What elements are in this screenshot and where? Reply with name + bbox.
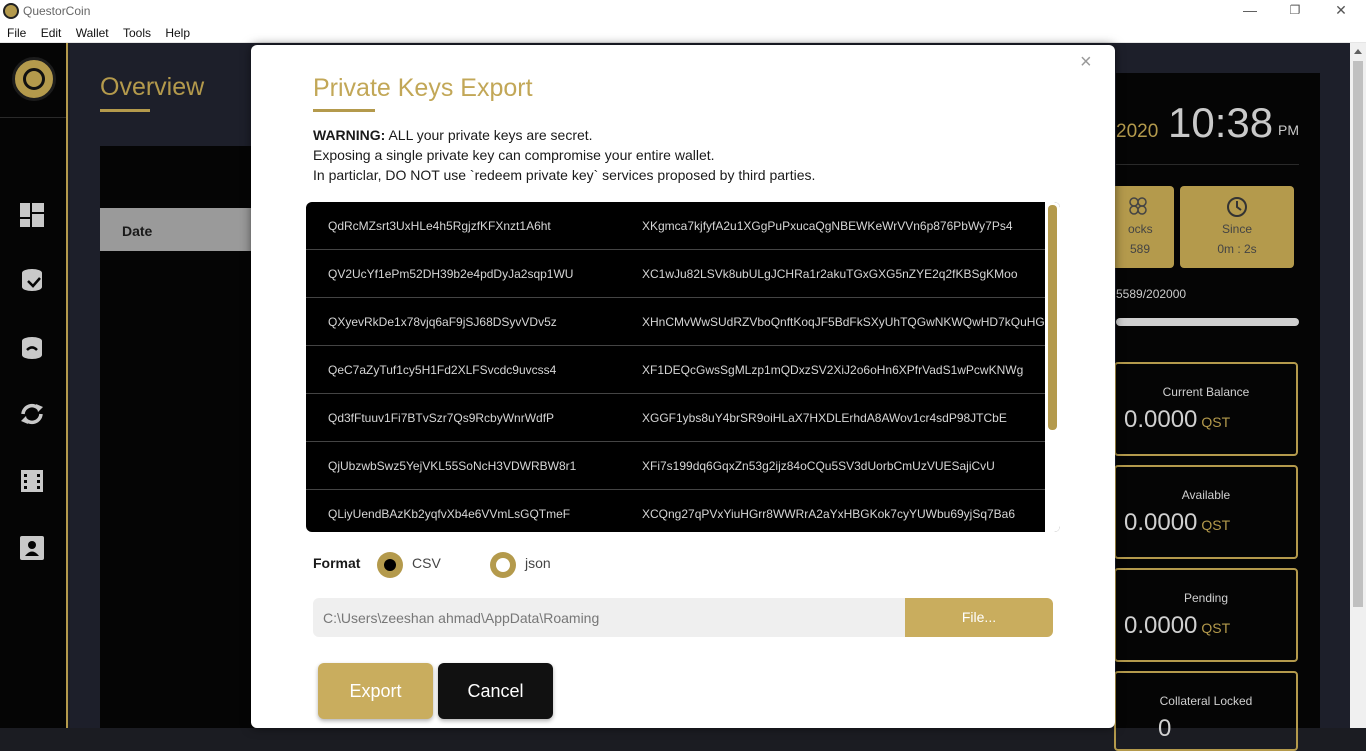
list-item[interactable]: QeC7aZyTuf1cy5H1Fd2XLFSvcdc9uvcss4 XF1DE… xyxy=(306,346,1045,394)
since-value: 0m : 2s xyxy=(1217,242,1257,256)
balance-value: 0.0000 QST xyxy=(1124,612,1231,639)
balance-label: Current Balance xyxy=(1162,385,1250,399)
blocks-label: ocks xyxy=(1128,222,1153,236)
address-cell: QjUbzwbSwz5YejVKL55SoNcH3VDWRBW8r1 xyxy=(328,459,577,473)
address-cell: Qd3fFtuuv1Fi7BTvSzr7Qs9RcbyWnrWdfP xyxy=(328,411,555,425)
warning-line-3: In particlar, DO NOT use `redeem private… xyxy=(313,167,816,183)
window-title: QuestorCoin xyxy=(23,4,91,18)
sync-progress-text: 5589/202000 xyxy=(1116,287,1187,301)
private-key-cell: XC1wJu82LSVk8ubULgJCHRa1r2akuTGxGXG5nZYE… xyxy=(642,267,1018,281)
list-item[interactable]: QdRcMZsrt3UxHLe4h5RgjzfKFXnzt1A6ht XKgmc… xyxy=(306,202,1045,250)
scroll-up-arrow-icon[interactable] xyxy=(1354,49,1362,54)
minimize-button[interactable]: — xyxy=(1227,0,1273,23)
format-csv-radio[interactable] xyxy=(377,552,403,578)
menu-bar: File Edit Wallet Tools Help xyxy=(0,23,1366,43)
private-keys-export-dialog: × Private Keys Export WARNING: ALL your … xyxy=(251,45,1115,728)
dashboard-icon[interactable] xyxy=(19,202,45,228)
format-csv-label[interactable]: CSV xyxy=(412,555,441,571)
receive-coins-icon[interactable] xyxy=(19,335,45,361)
blocks-value: 589 xyxy=(1130,242,1151,256)
browse-file-button[interactable]: File... xyxy=(905,598,1053,637)
format-label: Format xyxy=(313,555,361,571)
cancel-button[interactable]: Cancel xyxy=(438,663,553,719)
menu-file[interactable]: File xyxy=(3,23,30,40)
blocks-stat: ocks 589 xyxy=(1106,186,1174,268)
balance-value: 0.0000 QST xyxy=(1124,509,1231,536)
dialog-title: Private Keys Export xyxy=(313,74,533,102)
format-json-radio[interactable] xyxy=(490,552,516,578)
menu-edit[interactable]: Edit xyxy=(37,23,66,40)
status-panel: 2020 10:38 PM ocks 589 Since 0m : 2s 558… xyxy=(1106,73,1320,751)
format-json-label[interactable]: json xyxy=(525,555,551,571)
available-balance-card: Available 0.0000 QST xyxy=(1114,465,1298,559)
export-button[interactable]: Export xyxy=(318,663,433,719)
clock-time: 10:38 xyxy=(1168,99,1274,146)
balance-label: Collateral Locked xyxy=(1159,694,1253,708)
list-item[interactable]: QXyevRkDe1x78vjq6aF9jSJ68DSyvVDv5z XHnCM… xyxy=(306,298,1045,346)
balance-value: 0 xyxy=(1158,715,1172,742)
list-item[interactable]: QLiyUendBAzKb2yqfvXb4e6VVmLsGQTmeF XCQng… xyxy=(306,490,1045,532)
list-item[interactable]: QV2UcYf1ePm52DH39b2e4pdDyJa2sqp1WU XC1wJ… xyxy=(306,250,1045,298)
balance-label: Available xyxy=(1181,488,1231,502)
keys-scrollbar[interactable] xyxy=(1045,202,1060,532)
since-label: Since xyxy=(1221,222,1253,236)
transactions-table: Date xyxy=(100,146,260,728)
address-cell: QLiyUendBAzKb2yqfvXb4e6VVmLsGQTmeF xyxy=(328,507,571,521)
date-text: 2020 xyxy=(1116,121,1159,142)
page-title: Overview xyxy=(100,73,205,101)
warning-line-1: ALL your private keys are secret. xyxy=(385,127,593,143)
private-key-cell: XFi7s199dq6GqxZn53g2ijz84oCQu5SV3dUorbCm… xyxy=(642,459,995,473)
brand-logo-icon xyxy=(12,57,56,101)
collateral-locked-card: Collateral Locked 0 xyxy=(1114,671,1298,751)
transactions-icon[interactable] xyxy=(19,401,45,427)
address-book-icon[interactable] xyxy=(19,535,45,561)
scrollbar-thumb[interactable] xyxy=(1353,61,1363,607)
panel-divider xyxy=(1116,164,1299,165)
export-path-input[interactable] xyxy=(313,598,905,637)
app-logo-icon xyxy=(3,3,19,19)
warning-text: WARNING: ALL your private keys are secre… xyxy=(313,125,815,185)
clock-icon xyxy=(1227,197,1247,217)
sync-progress-bar xyxy=(1116,318,1299,326)
address-cell: QXyevRkDe1x78vjq6aF9jSJ68DSyvVDv5z xyxy=(328,315,557,329)
menu-tools[interactable]: Tools xyxy=(119,23,155,40)
blocks-icon xyxy=(1129,197,1147,215)
sidebar-divider xyxy=(0,117,66,118)
send-coins-icon[interactable] xyxy=(19,267,45,293)
private-key-cell: XGGF1ybs8uY4brSR9oiHLaX7HXDLErhdA8AWov1c… xyxy=(642,411,1007,425)
title-underline xyxy=(313,109,375,112)
date-column-header[interactable]: Date xyxy=(100,208,260,251)
pending-balance-card: Pending 0.0000 QST xyxy=(1114,568,1298,662)
private-key-cell: XKgmca7kjfyfA2u1XGgPuPxucaQgNBEWKeWrVVn6… xyxy=(642,219,1013,233)
close-icon[interactable]: × xyxy=(1080,51,1092,74)
private-key-cell: XCQng27qPVxYiuHGrr8WWRrA2aYxHBGKok7cyYUW… xyxy=(642,507,1016,521)
list-item[interactable]: QjUbzwbSwz5YejVKL55SoNcH3VDWRBW8r1 XFi7s… xyxy=(306,442,1045,490)
private-keys-list: QdRcMZsrt3UxHLe4h5RgjzfKFXnzt1A6ht XKgmc… xyxy=(306,202,1060,532)
list-item[interactable]: Qd3fFtuuv1Fi7BTvSzr7Qs9RcbyWnrWdfP XGGF1… xyxy=(306,394,1045,442)
title-bar: QuestorCoin — ❐ ✕ xyxy=(0,0,1366,23)
restore-button[interactable]: ❐ xyxy=(1272,0,1318,23)
menu-wallet[interactable]: Wallet xyxy=(72,23,113,40)
menu-help[interactable]: Help xyxy=(161,23,194,40)
close-window-button[interactable]: ✕ xyxy=(1318,0,1364,23)
since-stat: Since 0m : 2s xyxy=(1180,186,1294,268)
address-cell: QeC7aZyTuf1cy5H1Fd2XLFSvcdc9uvcss4 xyxy=(328,363,557,377)
clock-ampm: PM xyxy=(1278,122,1299,138)
title-underline xyxy=(100,109,150,112)
warning-label: WARNING: xyxy=(313,127,386,143)
sidebar xyxy=(0,43,68,728)
private-key-cell: XF1DEQcGwsSgMLzp1mQDxzSV2XiJ2o6oHn6XPfrV… xyxy=(642,363,1024,377)
private-key-cell: XHnCMvWwSUdRZVboQnftKoqJF5BdFkSXyUhTQGwN… xyxy=(642,315,1045,329)
main-scrollbar[interactable] xyxy=(1350,43,1366,728)
balance-label: Pending xyxy=(1183,591,1229,605)
keys-scrollbar-thumb[interactable] xyxy=(1048,205,1057,430)
address-cell: QV2UcYf1ePm52DH39b2e4pdDyJa2sqp1WU xyxy=(328,267,574,281)
warning-line-2: Exposing a single private key can compro… xyxy=(313,147,715,163)
current-balance-card: Current Balance 0.0000 QST xyxy=(1114,362,1298,456)
masternodes-icon[interactable] xyxy=(19,468,45,494)
address-cell: QdRcMZsrt3UxHLe4h5RgjzfKFXnzt1A6ht xyxy=(328,219,551,233)
balance-value: 0.0000 QST xyxy=(1124,406,1231,433)
